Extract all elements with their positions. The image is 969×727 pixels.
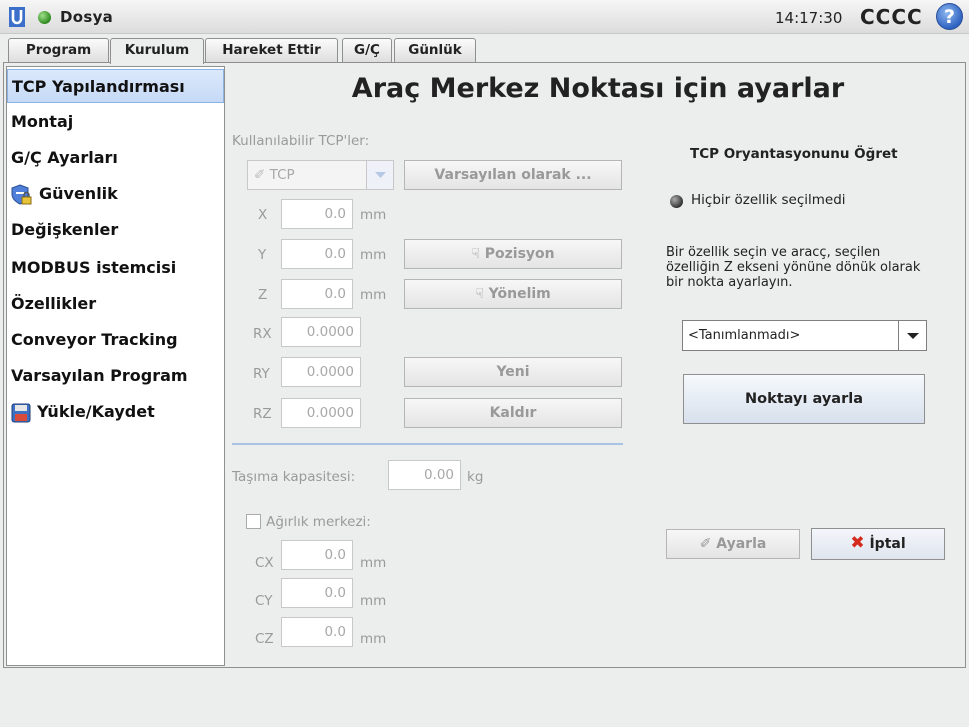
sidebar-item-load-save[interactable]: Yükle/Kaydet [7, 395, 224, 429]
chevron-down-icon[interactable] [898, 321, 926, 350]
robot-status-icon [38, 11, 51, 24]
coord-unit: mm [360, 287, 387, 303]
teach-orientation-title: TCP Oryantasyonunu Öğret [690, 146, 898, 162]
feature-status-icon [670, 195, 683, 208]
payload-input[interactable]: 0.00 [388, 460, 461, 490]
apply-button-label: Ayarla [716, 536, 767, 552]
coord-label: RY [253, 366, 270, 382]
remove-button[interactable]: Kaldır [404, 398, 622, 428]
sidebar-item-label: Conveyor Tracking [11, 330, 178, 349]
position-button[interactable]: ☟ Pozisyon [404, 239, 622, 269]
sidebar-item-ozellikler[interactable]: Özellikler [7, 287, 224, 321]
sidebar-item-degiskenler[interactable]: Değişkenler [7, 213, 224, 247]
sidebar-item-label: G/Ç Ayarları [11, 148, 118, 167]
coord-label: Z [258, 287, 268, 303]
feature-select[interactable]: <Tanımlanmadı> [682, 320, 927, 351]
position-button-label: Pozisyon [484, 246, 555, 262]
set-point-button[interactable]: Noktayı ayarla [683, 374, 925, 424]
ur-logo-icon [9, 7, 25, 27]
coord-label: RX [253, 326, 272, 342]
sidebar-item-label: Değişkenler [11, 220, 119, 239]
chevron-down-icon[interactable] [366, 161, 393, 189]
sidebar-item-label: Yükle/Kaydet [37, 402, 155, 421]
robot-name: CCCC [860, 5, 923, 29]
z-input[interactable]: 0.0 [281, 279, 353, 309]
coord-label: CZ [255, 631, 274, 647]
sidebar-item-label: Montaj [11, 112, 74, 131]
sidebar-item-montaj[interactable]: Montaj [7, 105, 224, 139]
coord-unit: mm [360, 207, 387, 223]
sidebar-item-conveyor[interactable]: Conveyor Tracking [7, 323, 224, 357]
coord-unit: mm [360, 247, 387, 263]
orientation-button[interactable]: ☟ Yönelim [404, 279, 622, 309]
divider [232, 443, 623, 445]
cancel-button-label: İptal [869, 536, 906, 552]
tab-hareket-ettir[interactable]: Hareket Ettir [205, 38, 338, 62]
tab-kurulum[interactable]: Kurulum [110, 38, 204, 64]
coord-unit: mm [360, 631, 387, 647]
coord-unit: mm [360, 555, 387, 571]
coord-label: RZ [253, 406, 272, 422]
cy-input[interactable]: 0.0 [281, 578, 353, 608]
rx-input[interactable]: 0.0000 [281, 317, 361, 347]
sidebar-item-tcp[interactable]: TCP Yapılandırması [7, 69, 224, 103]
tab-gc[interactable]: G/Ç [342, 38, 392, 62]
apply-button[interactable]: ✐ Ayarla [666, 529, 800, 559]
floppy-disk-icon [11, 403, 31, 422]
cancel-button[interactable]: ✖ İptal [811, 528, 945, 560]
cog-checkbox[interactable] [246, 514, 261, 529]
sidebar-item-io[interactable]: G/Ç Ayarları [7, 141, 224, 175]
help-icon[interactable]: ? [936, 3, 963, 30]
set-default-button[interactable]: Varsayılan olarak ... [404, 160, 622, 190]
sidebar-item-label: MODBUS istemcisi [11, 258, 177, 277]
cog-checkbox-row[interactable]: Ağırlık merkezi: [246, 511, 371, 530]
pointer-icon: ☟ [471, 246, 480, 262]
instructions-text: Bir özellik seçin ve aracç, seçilen özel… [666, 245, 921, 290]
sidebar-item-label: Varsayılan Program [11, 366, 188, 385]
coord-label: Y [258, 247, 267, 263]
pointer-icon: ☟ [475, 286, 484, 302]
coord-label: X [258, 207, 268, 223]
clock: 14:17:30 [775, 9, 843, 27]
tab-program[interactable]: Program [8, 38, 109, 62]
tab-gunluk[interactable]: Günlük [394, 38, 476, 62]
payload-label: Taşıma kapasitesi: [232, 469, 356, 485]
sidebar-item-label: Güvenlik [39, 184, 118, 203]
payload-unit: kg [467, 469, 484, 485]
page-title: Araç Merkez Noktası için ayarlar [351, 73, 845, 104]
rz-input[interactable]: 0.0000 [281, 398, 361, 428]
wrench-icon: ✐ [254, 167, 266, 183]
new-button[interactable]: Yeni [404, 357, 622, 387]
x-input[interactable]: 0.0 [281, 199, 353, 229]
sidebar-item-modbus[interactable]: MODBUS istemcisi [7, 251, 224, 285]
y-input[interactable]: 0.0 [281, 239, 353, 269]
sidebar-item-default-program[interactable]: Varsayılan Program [7, 359, 224, 393]
orientation-button-label: Yönelim [488, 286, 551, 302]
coord-unit: mm [360, 593, 387, 609]
file-menu[interactable]: Dosya [60, 8, 113, 26]
coord-label: CX [255, 555, 274, 571]
cz-input[interactable]: 0.0 [281, 617, 353, 647]
no-feature-text: Hiçbir özellik seçilmedi [691, 192, 846, 208]
cog-label: Ağırlık merkezi: [266, 514, 371, 530]
wrench-icon: ✐ [699, 536, 712, 552]
feature-select-value: <Tanımlanmadı> [688, 328, 801, 343]
sidebar: TCP Yapılandırması Montaj G/Ç Ayarları G… [6, 66, 225, 666]
shield-lock-icon [11, 183, 32, 205]
tcp-select-value: TCP [269, 167, 295, 183]
available-tcps-label: Kullanılabilir TCP'ler: [232, 133, 370, 149]
sidebar-item-guvenlik[interactable]: Güvenlik [7, 177, 224, 211]
coord-label: CY [255, 593, 273, 609]
sidebar-item-label: Özellikler [11, 294, 97, 313]
ry-input[interactable]: 0.0000 [281, 357, 361, 387]
close-icon: ✖ [850, 533, 865, 553]
cx-input[interactable]: 0.0 [281, 540, 353, 570]
sidebar-item-label: TCP Yapılandırması [12, 77, 185, 96]
